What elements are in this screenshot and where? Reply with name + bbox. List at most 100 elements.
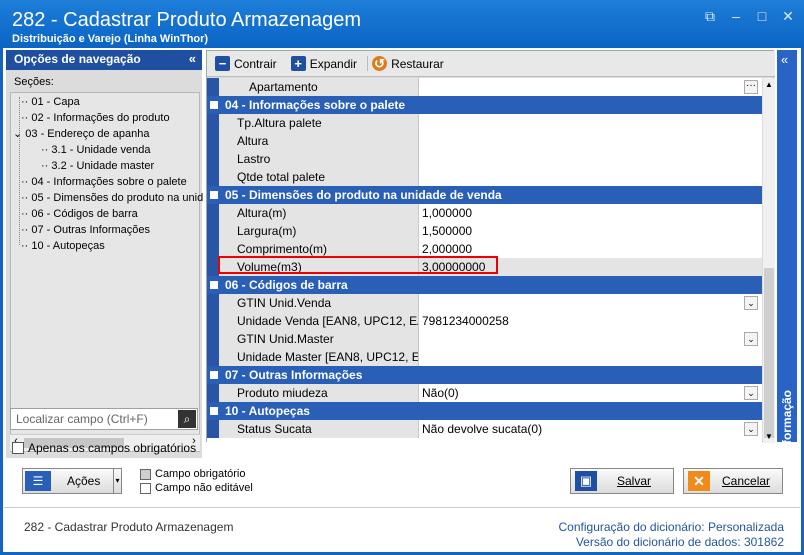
expand-button[interactable]: + Expandir — [287, 56, 361, 71]
find-field-input[interactable]: Localizar campo (Ctrl+F) ⌕ — [10, 408, 198, 430]
scroll-down-icon[interactable]: ▼ — [763, 432, 775, 441]
dropdown-chevron-icon[interactable]: ⌄ — [744, 422, 758, 436]
cancel-button[interactable]: ✕ Cancelar — [683, 468, 783, 494]
collapse-box-icon[interactable] — [210, 191, 218, 199]
tree-item-unidade-venda[interactable]: ·· 3.1 - Unidade venda — [41, 143, 150, 158]
row-value[interactable]: ⌄ — [419, 330, 762, 348]
section-header-05[interactable]: 05 - Dimensões do produto na unidade de … — [207, 186, 762, 204]
collapse-button[interactable]: − Contrair — [211, 56, 281, 71]
row-value[interactable]: Não(0) ⌄ — [419, 384, 762, 402]
legend-required-label: Campo obrigatório — [155, 468, 246, 480]
row-value[interactable]: Não devolve sucata(0) ⌄ — [419, 420, 762, 438]
cancel-icon: ✕ — [688, 471, 710, 491]
row-label: Altura(m) — [219, 204, 419, 222]
dropdown-chevron-icon[interactable]: ⌄ — [744, 386, 758, 400]
collapse-nav-icon[interactable]: « — [189, 51, 196, 66]
info-side-panel[interactable]: « Informação — [777, 50, 797, 455]
tree-item-dimensoes[interactable]: ·· 05 - Dimensões do produto na unid — [21, 191, 203, 206]
grid-row[interactable]: Qtde total palete — [207, 168, 762, 186]
collapse-box-icon[interactable] — [210, 371, 218, 379]
row-label: Volume(m3) — [219, 258, 419, 276]
actions-button[interactable]: ☰ Ações ▾ — [22, 468, 122, 494]
row-value[interactable] — [419, 150, 762, 168]
grid-row[interactable]: Unidade Venda [EAN8, UPC12, EAN179812340… — [207, 312, 762, 330]
row-label: GTIN Unid.Master — [219, 330, 419, 348]
actions-icon: ☰ — [25, 471, 51, 491]
tree-item-endereco[interactable]: ⌄ 03 - Endereço de apanha — [13, 127, 149, 142]
row-value[interactable]: ··· — [419, 78, 762, 96]
collapse-box-icon[interactable] — [210, 101, 218, 109]
grid-row[interactable]: Altura — [207, 132, 762, 150]
grid-row[interactable]: Tp.Altura palete — [207, 114, 762, 132]
grid-row[interactable]: Volume(m3) 3,00000000 — [207, 258, 762, 276]
restore-icon: ↺ — [372, 56, 388, 71]
section-header-04[interactable]: 04 - Informações sobre o palete — [207, 96, 762, 114]
actions-dropdown-icon[interactable]: ▾ — [113, 469, 121, 493]
row-value[interactable] — [419, 132, 762, 150]
scroll-up-icon[interactable]: ▲ — [763, 80, 775, 89]
grid-row[interactable]: Lastro — [207, 150, 762, 168]
grid-row[interactable]: Status Sucata Não devolve sucata(0) ⌄ — [207, 420, 762, 438]
row-value[interactable] — [419, 114, 762, 132]
row-value[interactable] — [419, 348, 762, 366]
title-bar: 282 - Cadastrar Produto Armazenagem Dist… — [0, 0, 804, 48]
section-header-10[interactable]: 10 - Autopeças — [207, 402, 762, 420]
ellipsis-button[interactable]: ··· — [744, 80, 758, 94]
grid-row[interactable]: Unidade Master [EAN8, UPC12, EAN1 — [207, 348, 762, 366]
row-label: Altura — [219, 132, 419, 150]
collapse-box-icon[interactable] — [210, 407, 218, 415]
footer-config: Configuração do dicionário: Personalizad… — [559, 520, 785, 534]
tree-item-info-produto[interactable]: ·· 02 - Informações do produto — [21, 111, 170, 126]
tree-item-unidade-master[interactable]: ·· 3.2 - Unidade master — [41, 159, 154, 174]
row-value[interactable]: 7981234000258 — [419, 312, 762, 330]
grid-row[interactable]: Apartamento ··· — [207, 78, 762, 96]
restore-button[interactable]: ↺ Restaurar — [367, 56, 448, 71]
tree-item-autopecas[interactable]: ·· 10 - Autopeças — [21, 239, 105, 254]
minimize-icon[interactable]: – — [728, 8, 744, 24]
tree-item-capa[interactable]: ·· 01 - Capa — [21, 95, 80, 110]
grid-row[interactable]: Comprimento(m) 2,000000 — [207, 240, 762, 258]
collapse-info-icon[interactable]: « — [781, 52, 788, 67]
row-value[interactable] — [419, 168, 762, 186]
readonly-swatch — [140, 482, 151, 494]
grid-row[interactable]: Altura(m) 1,000000 — [207, 204, 762, 222]
scroll-thumb[interactable] — [764, 268, 774, 438]
section-header-06[interactable]: 06 - Códigos de barra — [207, 276, 762, 294]
search-icon[interactable]: ⌕ — [178, 410, 196, 428]
row-value[interactable]: 1,000000 — [419, 204, 762, 222]
sections-tree: ·· 01 - Capa ·· 02 - Informações do prod… — [10, 92, 203, 452]
only-required-checkbox[interactable]: Apenas os campos obrigatórios — [12, 441, 196, 455]
maximize-icon[interactable]: □ — [754, 8, 770, 24]
expand-label: Expandir — [309, 56, 358, 71]
section-header-07[interactable]: 07 - Outras Informações — [207, 366, 762, 384]
config-value: Personalizada — [707, 520, 784, 534]
expand-chevron-icon[interactable]: ⌄ — [13, 128, 22, 140]
grid-row[interactable]: GTIN Unid.Master ⌄ — [207, 330, 762, 348]
navigation-panel: Opções de navegação « Seções: ·· 01 - Ca… — [6, 50, 203, 458]
actions-label: Ações — [67, 474, 101, 488]
grid-row[interactable]: GTIN Unid.Venda ⌄ — [207, 294, 762, 312]
save-button[interactable]: ▣ Salvar — [570, 468, 674, 494]
row-value[interactable]: 2,000000 — [419, 240, 762, 258]
grid-row[interactable]: Largura(m) 1,500000 — [207, 222, 762, 240]
grid-row[interactable]: Produto miudeza Não(0) ⌄ — [207, 384, 762, 402]
restore-window-icon[interactable]: ⧉ — [702, 8, 718, 24]
grid-vertical-scrollbar[interactable]: ▲ ▼ — [763, 78, 775, 443]
dropdown-chevron-icon[interactable]: ⌄ — [744, 296, 758, 310]
collapse-box-icon[interactable] — [210, 281, 218, 289]
close-icon[interactable]: ✕ — [780, 8, 796, 24]
tree-item-label: 06 - Códigos de barra — [31, 208, 138, 220]
row-value[interactable]: 1,500000 — [419, 222, 762, 240]
tree-item-outras[interactable]: ·· 07 - Outras Informações — [21, 223, 150, 238]
tree-item-palete[interactable]: ·· 04 - Informações sobre o palete — [21, 175, 187, 190]
row-value[interactable]: ⌄ — [419, 294, 762, 312]
dropdown-chevron-icon[interactable]: ⌄ — [744, 332, 758, 346]
info-panel-label: Informação — [780, 390, 794, 455]
tree-item-label: 05 - Dimensões do produto na unid — [31, 192, 204, 204]
version-label: Versão do dicionário de dados: — [575, 535, 741, 549]
config-label: Configuração do dicionário: — [558, 520, 705, 534]
tree-item-codigos[interactable]: ·· 06 - Códigos de barra — [21, 207, 138, 222]
window-title: 282 - Cadastrar Produto Armazenagem — [12, 9, 362, 31]
checkbox-box[interactable] — [12, 442, 24, 454]
section-title: 07 - Outras Informações — [225, 368, 363, 382]
